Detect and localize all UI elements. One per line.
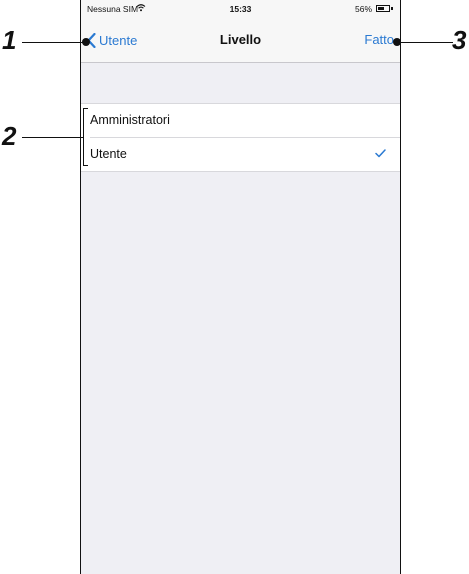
- done-button[interactable]: Fatto: [364, 18, 394, 62]
- status-bar: Nessuna SIM 15:33 56%: [81, 0, 400, 18]
- callout-number-1: 1: [2, 25, 17, 55]
- callout-line-2: [22, 137, 83, 138]
- navigation-bar: Utente Livello Fatto: [81, 18, 400, 63]
- list-item-label: Utente: [90, 147, 127, 161]
- callout-line-3: [397, 42, 453, 43]
- list-item-label: Amministratori: [90, 113, 170, 127]
- checkmark-icon: [375, 149, 386, 158]
- list-item-amministratori[interactable]: Amministratori: [81, 104, 400, 137]
- callout-line-1: [22, 42, 86, 43]
- callout-bracket-2: [83, 108, 88, 166]
- level-list: Amministratori Utente: [81, 103, 400, 172]
- callout-number-2: 2: [2, 121, 17, 151]
- clock: 15:33: [229, 4, 252, 14]
- list-item-utente[interactable]: Utente: [90, 137, 400, 171]
- battery-fill: [378, 7, 384, 10]
- battery-tip: [391, 7, 393, 10]
- phone-screen: Nessuna SIM 15:33 56% Utente Livello Fat…: [80, 0, 401, 574]
- page-title: Livello: [219, 32, 262, 47]
- callout-number-3: 3: [452, 25, 467, 55]
- battery-icon: [376, 5, 390, 12]
- callout-dot-1: [82, 38, 90, 46]
- battery-percent: 56%: [354, 4, 372, 14]
